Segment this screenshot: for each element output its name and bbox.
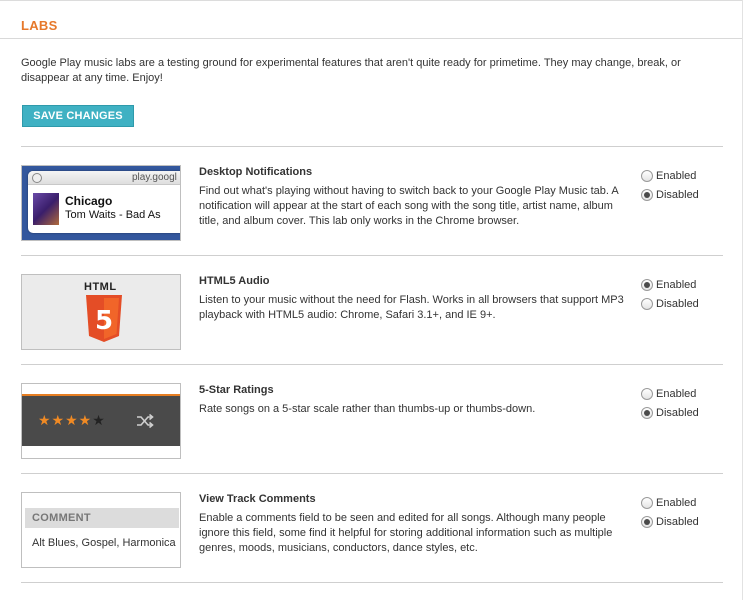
5-star-ratings-enabled-option[interactable]: Enabled (641, 387, 696, 401)
lab-divider (21, 146, 723, 147)
radio-button[interactable] (641, 388, 653, 400)
option-label: Disabled (656, 516, 699, 528)
option-label: Disabled (656, 407, 699, 419)
radio-button-selected[interactable] (641, 407, 653, 419)
html5-logo-text: HTML (84, 281, 117, 293)
notification-card: play.googl Chicago Tom Waits - Bad As (28, 171, 180, 233)
radio-button-selected[interactable] (641, 279, 653, 291)
option-label: Enabled (656, 497, 697, 509)
title-divider (0, 38, 742, 39)
lab-name-view-track-comments: View Track Comments (199, 493, 316, 505)
desktop-notifications-thumbnail: play.googl Chicago Tom Waits - Bad As (21, 165, 181, 241)
window-button-icon (32, 173, 42, 183)
page-title: LABS (21, 18, 58, 33)
track-comments-thumbnail: COMMENT Alt Blues, Gospel, Harmonica (21, 492, 181, 568)
lab-divider (21, 582, 723, 583)
notification-artist: Tom Waits - Bad As (65, 209, 161, 221)
empty-star: ★ (92, 412, 106, 428)
radio-button[interactable] (641, 298, 653, 310)
notification-domain: play.googl (132, 172, 177, 183)
option-label: Enabled (656, 170, 697, 182)
radio-button[interactable] (641, 497, 653, 509)
html5-shield-icon: 5 (86, 295, 122, 342)
album-art (33, 193, 59, 225)
html5-audio-disabled-option[interactable]: Disabled (641, 297, 699, 311)
radio-button-selected[interactable] (641, 189, 653, 201)
lab-divider (21, 255, 723, 256)
html5-audio-enabled-option[interactable]: Enabled (641, 278, 696, 292)
option-label: Disabled (656, 189, 699, 201)
comment-header: COMMENT (25, 508, 179, 528)
option-label: Enabled (656, 388, 697, 400)
radio-button-selected[interactable] (641, 516, 653, 528)
option-label: Disabled (656, 298, 699, 310)
view-track-comments-enabled-option[interactable]: Enabled (641, 496, 696, 510)
star-rating-icons: ★★★★★ (38, 412, 106, 429)
lab-divider (21, 473, 723, 474)
notification-song-title: Chicago (65, 194, 113, 208)
desktop-notifications-enabled-option[interactable]: Enabled (641, 169, 696, 183)
view-track-comments-disabled-option[interactable]: Disabled (641, 515, 699, 529)
lab-description-view-track-comments: Enable a comments field to be seen and e… (199, 512, 613, 554)
star-ratings-thumbnail: ★★★★★ (21, 383, 181, 459)
html5-logo-number: 5 (95, 306, 113, 336)
lab-name-5-star-ratings: 5-Star Ratings (199, 384, 274, 396)
comment-body: Alt Blues, Gospel, Harmonica (32, 537, 176, 549)
lab-description-5-star-ratings: Rate songs on a 5-star scale rather than… (199, 403, 536, 415)
top-border (0, 0, 743, 1)
lab-description-desktop-notifications: Find out what's playing without having t… (199, 185, 619, 227)
shuffle-icon (137, 413, 154, 429)
radio-button[interactable] (641, 170, 653, 182)
html5-audio-thumbnail: HTML 5 (21, 274, 181, 350)
filled-stars: ★★★★ (38, 412, 93, 428)
option-label: Enabled (656, 279, 697, 291)
lab-name-desktop-notifications: Desktop Notifications (199, 166, 313, 178)
5-star-ratings-disabled-option[interactable]: Disabled (641, 406, 699, 420)
save-changes-button[interactable]: SAVE CHANGES (22, 105, 134, 127)
lab-divider (21, 364, 723, 365)
lab-name-html5-audio: HTML5 Audio (199, 275, 270, 287)
desktop-notifications-disabled-option[interactable]: Disabled (641, 188, 699, 202)
intro-text: Google Play music labs are a testing gro… (21, 57, 681, 84)
notification-titlebar: play.googl (28, 171, 180, 185)
player-bar: ★★★★★ (22, 394, 180, 446)
lab-description-html5-audio: Listen to your music without the need fo… (199, 294, 624, 321)
